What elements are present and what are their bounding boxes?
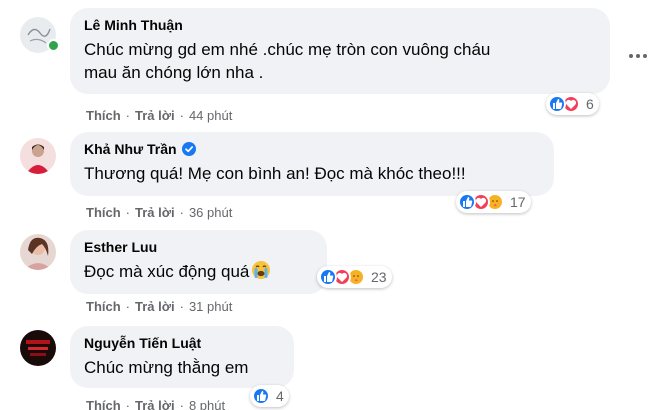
reaction-summary[interactable]: 4 — [250, 385, 289, 407]
reply-comment-link[interactable]: Trả lời — [135, 205, 175, 221]
reply-comment-link[interactable]: Trả lời — [135, 299, 175, 315]
verified-badge-icon — [181, 142, 196, 156]
comment-text: Chúc mừng gd em nhé .chúc mẹ tròn con vu… — [84, 40, 491, 82]
comment-bubble: Khả Như Trần Thương quá! Mẹ con bình an!… — [70, 132, 554, 196]
comment-author[interactable]: Nguyễn Tiến Luật — [84, 334, 282, 352]
comment-actions: Thích · Trả lời · 36 phút — [86, 205, 232, 221]
comment-timestamp[interactable]: 36 phút — [189, 205, 232, 221]
comment-timestamp[interactable]: 31 phút — [189, 299, 232, 315]
separator-dot: · — [179, 398, 184, 410]
author-name[interactable]: Nguyễn Tiến Luật — [84, 334, 201, 352]
comment-author[interactable]: Esther Luu — [84, 238, 315, 256]
reaction-count: 6 — [586, 96, 594, 112]
author-name[interactable]: Lê Minh Thuận — [84, 16, 183, 34]
comment-text-content: Đọc mà xúc động quá — [84, 262, 250, 281]
crying-face-icon — [252, 261, 271, 279]
comment-text: Thương quá! Mẹ con bình an! Đọc mà khóc … — [84, 164, 466, 183]
like-comment-link[interactable]: Thích — [86, 299, 121, 315]
comment-bubble: Lê Minh Thuận Chúc mừng gd em nhé .chúc … — [70, 8, 610, 94]
like-comment-link[interactable]: Thích — [86, 205, 121, 221]
like-reaction-icon — [252, 387, 270, 405]
like-comment-link[interactable]: Thích — [86, 108, 121, 124]
comment-text: Chúc mừng thằng em — [84, 358, 249, 377]
separator-dot: · — [125, 108, 131, 123]
like-reaction-icon — [319, 268, 337, 286]
avatar[interactable] — [20, 138, 56, 174]
reaction-summary[interactable]: 6 — [546, 93, 599, 115]
author-name[interactable]: Khả Như Trần — [84, 140, 177, 158]
reaction-count: 4 — [276, 388, 284, 404]
reaction-count: 23 — [371, 269, 387, 285]
avatar[interactable] — [20, 330, 56, 366]
avatar[interactable] — [20, 234, 56, 270]
separator-dot: · — [125, 398, 131, 410]
more-dot-icon — [643, 54, 647, 58]
comment-author[interactable]: Khả Như Trần — [84, 140, 542, 158]
separator-dot: · — [125, 205, 131, 220]
comment-bubble: Esther Luu Đọc mà xúc động quá — [70, 230, 327, 294]
comment-author[interactable]: Lê Minh Thuận — [84, 16, 598, 34]
separator-dot: · — [125, 299, 131, 314]
more-dot-icon — [636, 54, 640, 58]
comment-actions: Thích · Trả lời · 31 phút — [86, 299, 232, 315]
reaction-count: 17 — [510, 194, 526, 210]
comment-bubble: Nguyễn Tiến Luật Chúc mừng thằng em — [70, 326, 294, 388]
separator-dot: · — [179, 108, 184, 123]
comment-actions: Thích · Trả lời · 8 phút — [86, 398, 225, 410]
comment-timestamp[interactable]: 44 phút — [189, 108, 232, 124]
online-status-indicator — [47, 39, 60, 52]
like-reaction-icon — [458, 193, 476, 211]
comment-text: Đọc mà xúc động quá — [84, 260, 315, 283]
comment-actions: Thích · Trả lời · 44 phút — [86, 108, 232, 124]
like-comment-link[interactable]: Thích — [86, 398, 121, 410]
reaction-summary[interactable]: 23 — [317, 266, 392, 288]
comment-timestamp[interactable]: 8 phút — [189, 398, 225, 410]
reaction-summary[interactable]: 17 — [456, 191, 531, 213]
more-options-button[interactable] — [624, 46, 652, 66]
more-dot-icon — [629, 54, 633, 58]
separator-dot: · — [179, 299, 184, 314]
separator-dot: · — [179, 205, 184, 220]
author-name[interactable]: Esther Luu — [84, 238, 157, 256]
like-reaction-icon — [548, 95, 566, 113]
reply-comment-link[interactable]: Trả lời — [135, 108, 175, 124]
reply-comment-link[interactable]: Trả lời — [135, 398, 175, 410]
